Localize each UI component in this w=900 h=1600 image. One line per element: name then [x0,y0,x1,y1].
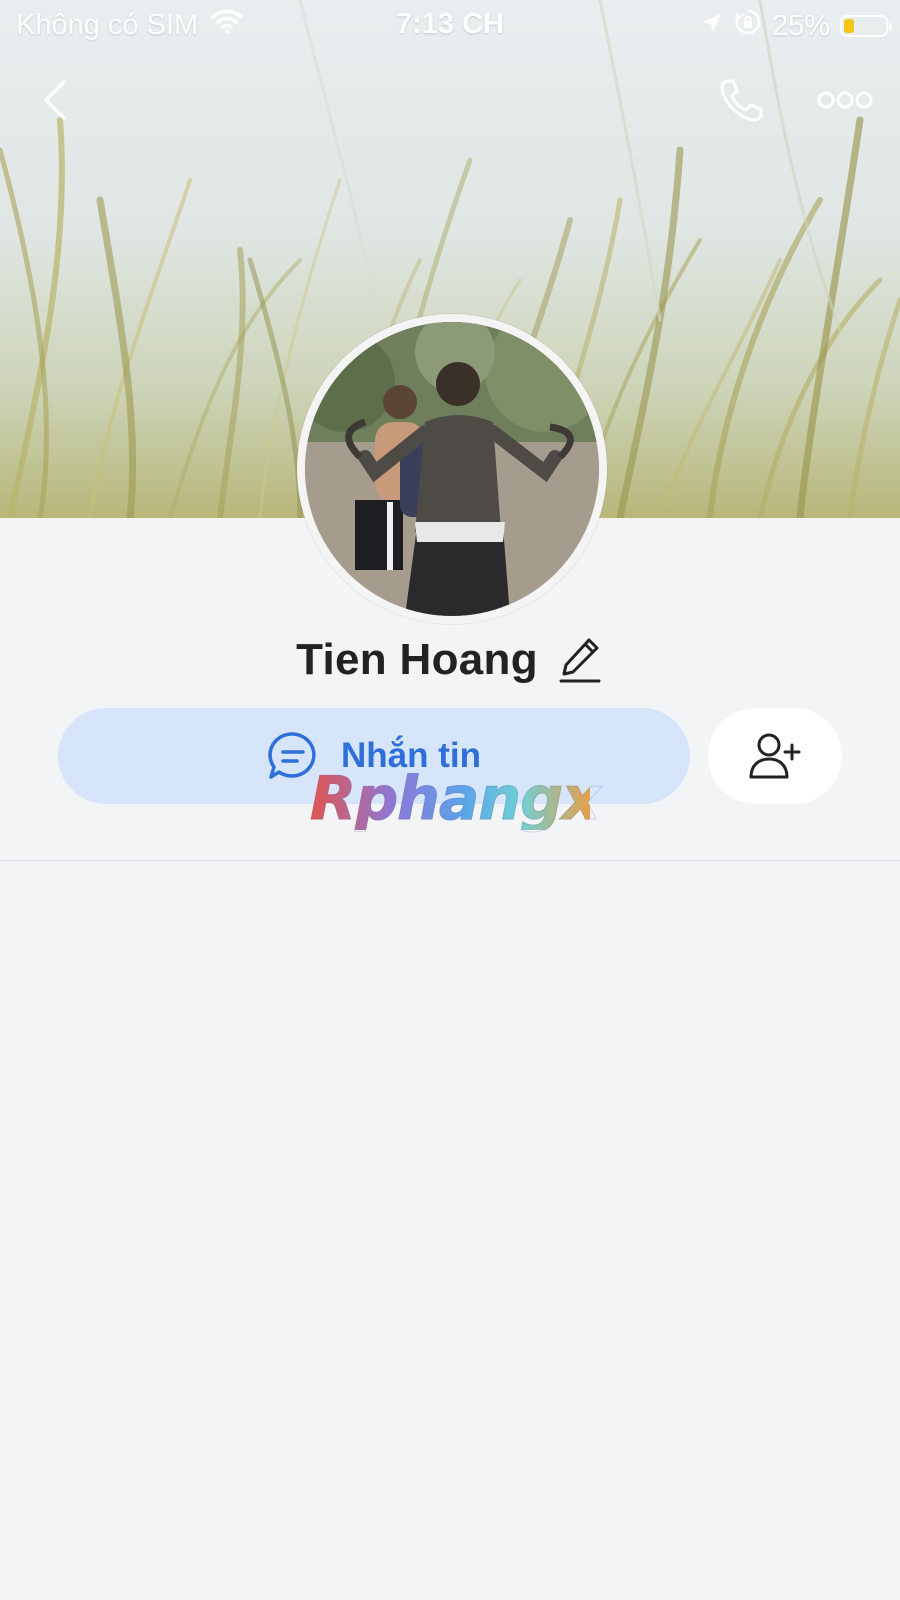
edit-name-button[interactable] [556,634,604,686]
more-dots-icon [817,91,873,109]
add-user-icon [749,733,801,779]
chevron-left-icon [44,80,66,120]
profile-name-row: Tien Hoang [0,630,900,690]
chat-bubble-icon [268,732,316,779]
battery-percent: 25% [771,9,830,42]
battery-icon [840,15,892,37]
status-bar: Không có SIM 7:13 CH 25% [0,0,900,50]
add-friend-button[interactable] [708,708,842,804]
more-options-button[interactable] [812,78,878,122]
profile-name: Tien Hoang [296,635,538,684]
message-button-label: Nhắn tin [341,736,481,775]
avatar[interactable] [297,314,607,624]
pencil-icon [559,638,601,683]
phone-icon [720,79,763,122]
call-button[interactable] [712,72,772,128]
section-divider [0,860,900,861]
rotation-lock-icon [734,8,762,44]
battery-level-fill [844,19,854,33]
avatar-photo [305,322,599,616]
back-button[interactable] [30,72,80,128]
location-arrow-icon [700,10,724,43]
message-button[interactable]: Nhắn tin [58,708,690,804]
